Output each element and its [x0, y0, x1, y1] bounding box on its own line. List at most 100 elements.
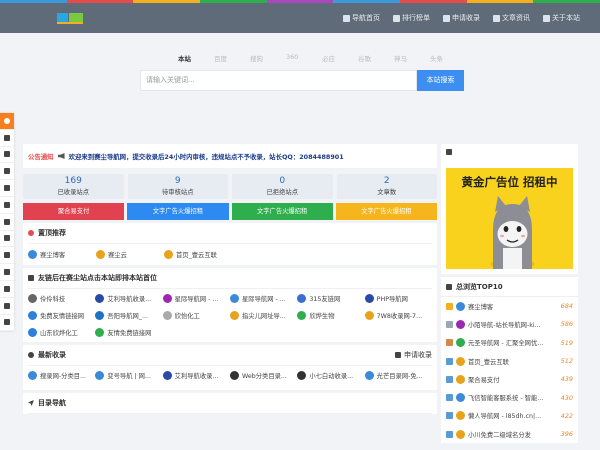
- top10-row[interactable]: 首页_壹云互联 512: [441, 352, 578, 370]
- plus-square-icon: [443, 14, 450, 22]
- site-name: 小陌导航-站长导航网-ki...: [468, 321, 541, 329]
- top10-row[interactable]: 聚合易支付 439: [441, 370, 578, 388]
- friend-links-panel: 友链后在赛尘站点击本站即排本站首位 伶伶科技 艾利导航收录... 星际导航网 - .…: [23, 268, 437, 342]
- leftbar-item[interactable]: [0, 315, 14, 332]
- site-link[interactable]: 搜录网-分类目...: [28, 367, 95, 384]
- site-favicon: [95, 328, 105, 337]
- site-link[interactable]: PHP导航网: [364, 290, 432, 307]
- right-sidebar: 黄金广告位 招租中 总浏览TOP10 赛尘博客 684 小陌导航-站长导航网-ki.…: [441, 144, 578, 446]
- ranking-icon: [393, 14, 400, 22]
- nav-apply[interactable]: 申请收录: [443, 13, 480, 23]
- site-logo[interactable]: [54, 8, 86, 28]
- latest-grid: 搜录网-分类目... 变号导航 | 网... 艾利导航收录... Web分类目录...…: [28, 366, 432, 390]
- top10-row[interactable]: 懒人导航网 - l85dh.cn|... 422: [441, 407, 578, 425]
- leftbar-item[interactable]: [0, 231, 14, 248]
- trophy-icon: [446, 339, 453, 347]
- tab-baidu[interactable]: 百度: [214, 53, 250, 63]
- text-ad[interactable]: 文字广告火爆招租: [231, 203, 333, 220]
- site-link[interactable]: 伶伶科技: [28, 290, 95, 307]
- tab-site[interactable]: 本站: [178, 53, 214, 63]
- site-name: 变号导航 | 网...: [107, 373, 151, 380]
- notice-bar: 公告通知 欢迎来到赛尘导航网，提交收录后24小时内审核，违规站点不予收录，站长Q…: [23, 144, 437, 168]
- site-favicon: [28, 311, 37, 320]
- download-icon: [4, 319, 10, 326]
- site-link[interactable]: 欣怡化工: [162, 307, 230, 324]
- site-name: 315友链网: [309, 296, 341, 303]
- site-link[interactable]: 首页_壹云互联: [164, 250, 232, 259]
- fire-icon: [4, 117, 10, 124]
- search-button[interactable]: 本站搜索: [417, 70, 464, 91]
- nav-home[interactable]: 导航首页: [343, 13, 380, 23]
- chart-icon: [446, 283, 452, 290]
- top10-row[interactable]: 赛尘博客 684: [441, 297, 578, 315]
- tab-shenma[interactable]: 神马: [394, 53, 430, 63]
- leftbar-item[interactable]: [0, 247, 14, 265]
- site-link[interactable]: 免费友情链接网: [28, 307, 95, 324]
- nav-ranking[interactable]: 排行榜单: [393, 13, 430, 23]
- site-link[interactable]: 吾阳导航网_...: [95, 307, 162, 324]
- tab-bing[interactable]: 必应: [322, 53, 358, 63]
- tab-360[interactable]: 360: [286, 53, 322, 63]
- tab-sogou[interactable]: 搜狗: [250, 53, 286, 63]
- site-link[interactable]: 欣烨生物: [297, 307, 364, 324]
- site-favicon: [456, 301, 465, 311]
- apply-link[interactable]: 申请收录: [395, 350, 432, 360]
- site-link[interactable]: 赛尘博客: [28, 250, 96, 259]
- leftbar-item[interactable]: [0, 147, 14, 164]
- site-link[interactable]: 光芒目录网-免...: [364, 367, 432, 384]
- site-link[interactable]: 艾利导航收录...: [95, 290, 162, 307]
- top10-row[interactable]: 小陌导航-站长导航网-ki... 586: [441, 315, 578, 333]
- tab-toutiao[interactable]: 头条: [430, 53, 466, 63]
- nav-about[interactable]: 关于本站: [543, 13, 580, 23]
- site-link[interactable]: 友情免费链接网: [95, 324, 162, 341]
- text-ad[interactable]: 聚合易支付: [23, 203, 125, 220]
- site-link[interactable]: 指尖儿网址导...: [230, 307, 297, 324]
- leftbar-item[interactable]: [0, 197, 14, 214]
- leftbar-item[interactable]: [0, 264, 14, 281]
- leftbar-item[interactable]: [0, 130, 14, 147]
- site-favicon: [456, 338, 465, 348]
- leftbar-item[interactable]: [0, 180, 14, 197]
- site-favicon: [297, 311, 307, 320]
- top-nav: 导航首页 排行榜单 申请收录 文章资讯 关于本站: [343, 3, 580, 33]
- link-icon: [28, 275, 34, 281]
- trophy-icon: [446, 320, 453, 328]
- site-favicon: [456, 356, 465, 366]
- gold-ad-banner[interactable]: 黄金广告位 招租中: [446, 168, 573, 269]
- top10-row[interactable]: 小川免费二级域名分发 396: [441, 425, 578, 443]
- leftbar-item[interactable]: [0, 298, 14, 315]
- site-link[interactable]: 变号导航 | 网...: [95, 367, 162, 384]
- site-link[interactable]: 星际导航网 - ...: [162, 290, 230, 307]
- site-link[interactable]: 艾利导航收录...: [162, 367, 230, 384]
- leftbar-item[interactable]: [0, 214, 14, 231]
- site-link[interactable]: 7W8收录网-7...: [364, 307, 432, 324]
- text-ads-row: 聚合易支付 文字广告火爆招租 文字广告火爆招租 文字广告火爆招租: [23, 203, 437, 220]
- site-link[interactable]: Web分类目录...: [230, 367, 297, 384]
- text-ad[interactable]: 文字广告火爆招租: [127, 203, 229, 220]
- leftbar-item[interactable]: [0, 163, 14, 181]
- top10-row[interactable]: 飞信智能客服系统 - 智能... 430: [441, 388, 578, 406]
- stat-value: 0: [279, 176, 286, 186]
- site-name: 光芒目录网-免...: [376, 373, 423, 380]
- leftbar-item[interactable]: [0, 113, 14, 130]
- site-link[interactable]: 星际导航网 - ...: [230, 290, 297, 307]
- view-count: 430: [560, 393, 573, 402]
- search-input[interactable]: 请输入关键词...: [140, 70, 417, 91]
- site-link[interactable]: 山东欣烨化工: [28, 324, 95, 341]
- site-link[interactable]: 小七白动收录...: [297, 367, 364, 384]
- leftbar-item[interactable]: [0, 281, 14, 298]
- tab-google[interactable]: 谷歌: [358, 53, 394, 63]
- view-count: 396: [560, 430, 573, 439]
- site-link[interactable]: 315友链网: [297, 290, 364, 307]
- stat-box: 0 已拒绝站点: [232, 174, 333, 199]
- text-ad[interactable]: 文字广告火爆招租: [335, 203, 437, 220]
- ad-panel-header: [441, 145, 578, 159]
- site-link[interactable]: 赛尘云: [96, 250, 164, 259]
- nav-articles[interactable]: 文章资讯: [493, 13, 530, 23]
- latest-panel: 最新收录 申请收录 搜录网-分类目... 变号导航 | 网... 艾利导航收录...…: [23, 345, 437, 390]
- site-favicon: [456, 429, 465, 439]
- top10-row[interactable]: 元圣导航网 - 汇聚全网优... 519: [441, 334, 578, 352]
- graduation-icon: [4, 235, 10, 242]
- section-title: 目录导航: [38, 399, 66, 407]
- site-favicon: [28, 250, 37, 259]
